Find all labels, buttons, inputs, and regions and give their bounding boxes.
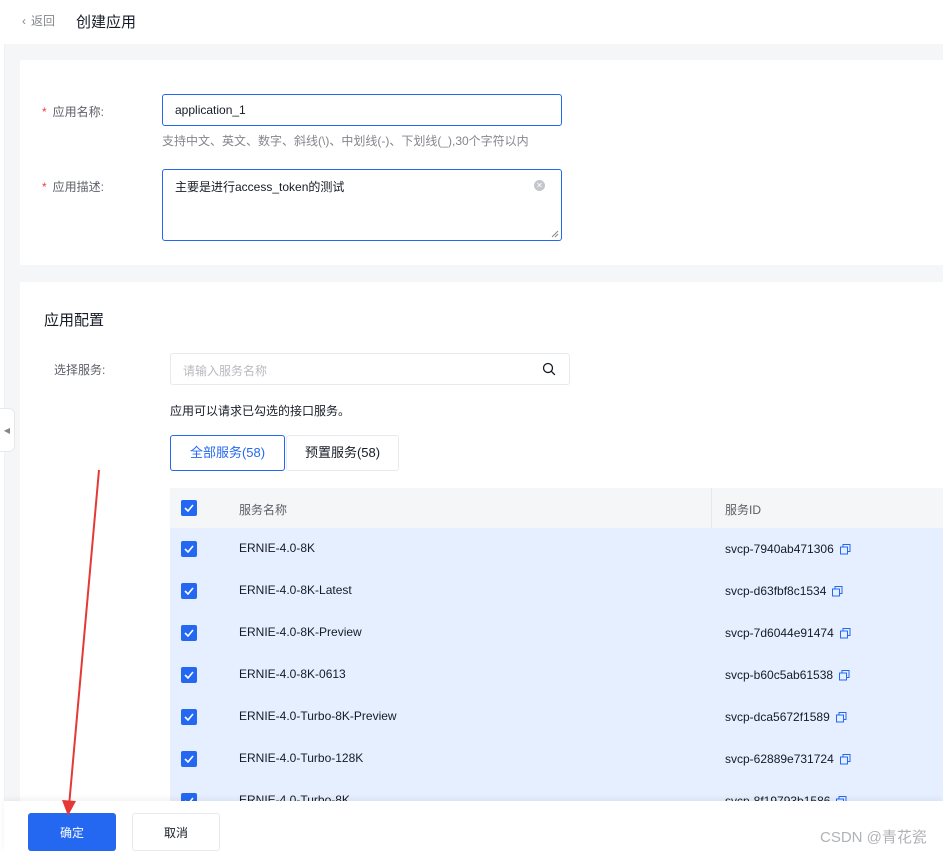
row-checkbox[interactable] bbox=[181, 751, 197, 767]
copy-icon[interactable] bbox=[839, 753, 851, 765]
service-name: ERNIE-4.0-8K-Latest bbox=[239, 583, 352, 597]
service-note: 应用可以请求已勾选的接口服务。 bbox=[170, 404, 351, 418]
service-id: svcp-b60c5ab61538 bbox=[725, 668, 834, 682]
section-title: 应用配置 bbox=[44, 312, 105, 329]
collapse-arrow-icon: ◀ bbox=[3, 425, 11, 435]
select-service-label: 选择服务: bbox=[54, 363, 106, 377]
service-id-cell: svcp-d63fbf8c1534 bbox=[725, 584, 843, 598]
table-row[interactable]: ERNIE-4.0-8K-Latest svcp-d63fbf8c1534 bbox=[170, 570, 943, 612]
tab-all-services[interactable]: 全部服务(58) bbox=[170, 435, 285, 471]
watermark: CSDN @青花瓷 bbox=[820, 829, 927, 846]
service-id: svcp-d63fbf8c1534 bbox=[725, 584, 827, 598]
column-header-name: 服务名称 bbox=[239, 503, 288, 517]
service-name: ERNIE-4.0-Turbo-128K bbox=[239, 751, 364, 765]
table-row[interactable]: ERNIE-4.0-Turbo-8K-Preview svcp-dca5672f… bbox=[170, 696, 943, 738]
back-link[interactable]: ‹ 返回 bbox=[22, 12, 55, 29]
checkbox-checked-icon bbox=[184, 629, 194, 637]
app-description-value: 主要是进行access_token的测试 bbox=[175, 180, 345, 194]
service-name: ERNIE-4.0-8K-0613 bbox=[239, 667, 346, 681]
service-id: svcp-7d6044e91474 bbox=[725, 626, 834, 640]
checkbox-checked-icon bbox=[184, 587, 194, 595]
service-id-cell: svcp-7d6044e91474 bbox=[725, 626, 851, 640]
table-header: 服务名称 服务ID bbox=[170, 488, 943, 528]
checkbox-checked-icon bbox=[184, 671, 194, 679]
service-id: svcp-dca5672f1589 bbox=[725, 710, 830, 724]
service-name: ERNIE-4.0-Turbo-8K-Preview bbox=[239, 709, 397, 723]
tab-preset-services[interactable]: 预置服务(58) bbox=[286, 435, 399, 471]
service-table: 服务名称 服务ID ERNIE-4.0-8K svcp-7940ab471306… bbox=[170, 488, 943, 818]
basic-info-card: *应用名称: 支持中文、英文、数字、斜线(\)、中划线(-)、下划线(_),30… bbox=[20, 60, 943, 265]
page-header: ‹ 返回 创建应用 bbox=[4, 0, 943, 44]
column-divider[interactable] bbox=[711, 488, 712, 528]
copy-icon[interactable] bbox=[839, 627, 851, 639]
checkbox-checked-icon bbox=[184, 545, 194, 553]
checkbox-checked-icon bbox=[184, 755, 194, 763]
resize-handle-icon[interactable] bbox=[551, 230, 559, 238]
clear-icon[interactable]: ✕ bbox=[534, 180, 545, 191]
desc-label: * 应用描述: bbox=[42, 180, 105, 194]
sidebar-collapse-toggle[interactable]: ◀ bbox=[0, 408, 15, 452]
table-row[interactable]: ERNIE-4.0-Turbo-128K svcp-62889e731724 bbox=[170, 738, 943, 780]
select-all-checkbox[interactable] bbox=[181, 500, 197, 516]
name-label: * 应用名称: bbox=[42, 105, 105, 119]
service-search-input[interactable]: 请输入服务名称 bbox=[170, 353, 570, 385]
required-mark: * bbox=[42, 105, 47, 119]
app-name-input[interactable] bbox=[162, 94, 562, 126]
search-placeholder: 请输入服务名称 bbox=[183, 364, 268, 378]
copy-icon[interactable] bbox=[832, 585, 843, 597]
column-header-id: 服务ID bbox=[725, 503, 762, 517]
search-icon[interactable] bbox=[542, 362, 556, 376]
table-row[interactable]: ERNIE-4.0-8K-Preview svcp-7d6044e91474 bbox=[170, 612, 943, 654]
service-name: ERNIE-4.0-8K bbox=[239, 541, 316, 555]
page-title: 创建应用 bbox=[76, 14, 137, 31]
back-label: 返回 bbox=[31, 14, 56, 28]
confirm-button[interactable]: 确定 bbox=[28, 813, 116, 851]
table-row[interactable]: ERNIE-4.0-8K-0613 svcp-b60c5ab61538 bbox=[170, 654, 943, 696]
table-row[interactable]: ERNIE-4.0-8K svcp-7940ab471306 bbox=[170, 528, 943, 570]
service-id: svcp-62889e731724 bbox=[725, 752, 834, 766]
row-checkbox[interactable] bbox=[181, 625, 197, 641]
copy-icon[interactable] bbox=[835, 711, 847, 723]
cancel-button[interactable]: 取消 bbox=[132, 813, 220, 851]
checkbox-checked-icon bbox=[184, 713, 194, 721]
app-name-hint: 支持中文、英文、数字、斜线(\)、中划线(-)、下划线(_),30个字符以内 bbox=[162, 134, 529, 148]
row-checkbox[interactable] bbox=[181, 541, 197, 557]
table-body: ERNIE-4.0-8K svcp-7940ab471306 ERNIE-4.0… bbox=[170, 528, 943, 818]
service-id: svcp-7940ab471306 bbox=[725, 542, 834, 556]
footer-bar: 确定 取消 bbox=[4, 801, 943, 852]
app-description-textarea[interactable]: 主要是进行access_token的测试 ✕ bbox=[162, 169, 562, 241]
row-checkbox[interactable] bbox=[181, 709, 197, 725]
service-id-cell: svcp-7940ab471306 bbox=[725, 542, 851, 556]
row-checkbox[interactable] bbox=[181, 583, 197, 599]
copy-icon[interactable] bbox=[839, 669, 850, 681]
checkbox-checked-icon bbox=[184, 504, 194, 512]
service-id-cell: svcp-62889e731724 bbox=[725, 752, 851, 766]
service-id-cell: svcp-dca5672f1589 bbox=[725, 710, 847, 724]
copy-icon[interactable] bbox=[839, 543, 851, 555]
service-name: ERNIE-4.0-8K-Preview bbox=[239, 625, 362, 639]
row-checkbox[interactable] bbox=[181, 667, 197, 683]
service-id-cell: svcp-b60c5ab61538 bbox=[725, 668, 850, 682]
required-mark: * bbox=[42, 180, 47, 194]
app-config-card: 应用配置 选择服务: 请输入服务名称 应用可以请求已勾选的接口服务。 全部服务(… bbox=[20, 282, 943, 852]
chevron-left-icon: ‹ bbox=[22, 13, 26, 28]
